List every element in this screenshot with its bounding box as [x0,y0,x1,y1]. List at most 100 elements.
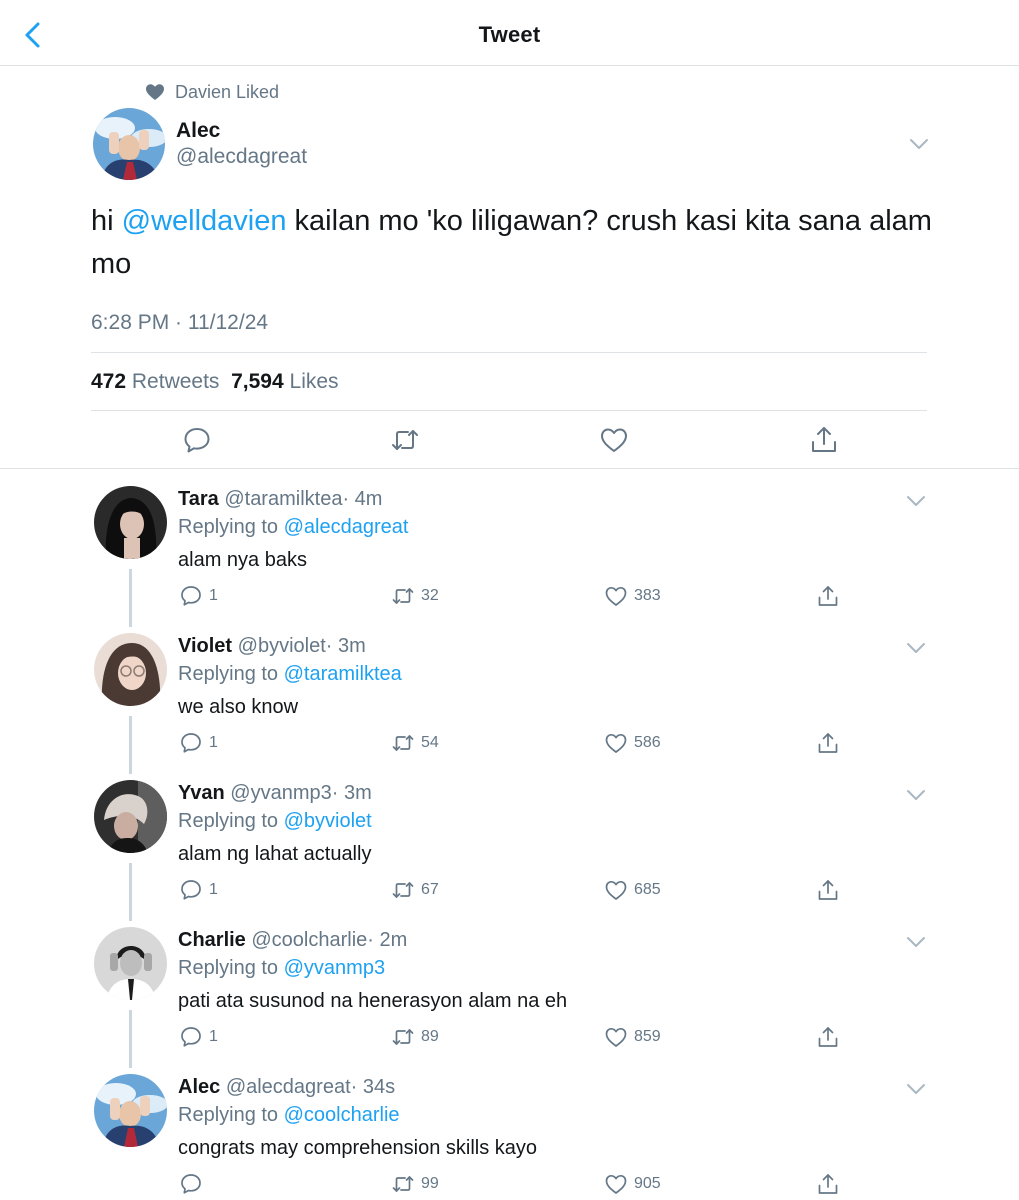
replying-to-mention[interactable]: @yvanmp3 [284,957,385,979]
reply-like-count: 905 [634,1175,661,1192]
reply-like-action[interactable]: 586 [604,731,661,755]
like-icon[interactable] [599,425,629,455]
social-context: Davien Liked [144,80,279,104]
reply-like-action[interactable]: 383 [604,584,661,608]
share-icon [818,586,838,606]
share-icon[interactable] [809,425,839,455]
replying-to-label: Replying to [178,957,279,979]
reply-author-name[interactable]: Violet [178,635,232,657]
avatar[interactable] [94,486,167,559]
reply-header: Yvan @yvanmp3· 3m [178,782,372,805]
reply-tweet[interactable]: Violet @byviolet· 3m Replying to @tarami… [0,633,1019,780]
avatar[interactable] [94,1074,167,1147]
reply-header: Alec @alecdagreat· 34s [178,1076,395,1099]
avatar[interactable] [93,108,165,180]
author-name[interactable]: Alec [176,119,220,143]
reply-comment-action[interactable]: 1 [179,731,218,755]
likes-label[interactable]: Likes [290,370,339,393]
reply-time: · 34s [350,1076,396,1098]
chevron-down-icon[interactable] [906,788,926,802]
reply-like-action[interactable]: 685 [604,878,661,902]
replying-to-mention[interactable]: @alecdagreat [284,516,409,538]
reply-icon [181,586,201,606]
reply-author-name[interactable]: Tara [178,488,219,510]
author-handle[interactable]: @alecdagreat [176,145,307,169]
chevron-down-icon[interactable] [906,935,926,949]
reply-icon[interactable] [182,425,212,455]
replying-to-mention[interactable]: @coolcharlie [284,1104,400,1126]
reply-like-action[interactable]: 905 [604,1172,661,1196]
replying-to: Replying to @byviolet [178,810,372,833]
chevron-down-icon[interactable] [909,137,929,151]
reply-comment-count: 1 [209,587,218,604]
retweet-icon [392,1029,414,1045]
replying-to-label: Replying to [178,1104,279,1126]
reply-tweet[interactable]: Tara @taramilktea· 4m Replying to @alecd… [0,486,1019,633]
reply-time: · 4m [342,488,383,510]
reply-header: Violet @byviolet· 3m [178,635,366,658]
reply-text: alam ng lahat actually [178,843,372,865]
divider [91,410,927,411]
reply-comment-action[interactable]: 1 [179,584,218,608]
chevron-down-icon[interactable] [906,641,926,655]
reply-author-name[interactable]: Yvan [178,782,225,804]
reply-icon [181,880,201,900]
avatar[interactable] [94,780,167,853]
reply-comment-action[interactable] [179,1172,209,1196]
reply-share-action[interactable] [816,731,840,755]
chevron-down-icon[interactable] [906,1082,926,1096]
reply-comment-count: 1 [209,1028,218,1045]
retweet-icon [392,735,414,751]
reply-author-handle[interactable]: @alecdagreat [226,1076,351,1098]
reply-author-handle[interactable]: @taramilktea [224,488,342,510]
retweet-icon[interactable] [390,425,420,455]
replying-to: Replying to @taramilktea [178,663,402,686]
avatar[interactable] [94,927,167,1000]
reply-retweet-action[interactable]: 54 [391,731,439,755]
reply-author-name[interactable]: Alec [178,1076,220,1098]
reply-author-handle[interactable]: @coolcharlie [251,929,367,951]
divider [0,468,1019,469]
reply-time: · 2m [367,929,408,951]
reply-header: Tara @taramilktea· 4m [178,488,382,511]
reply-retweet-action[interactable]: 99 [391,1172,439,1196]
reply-like-count: 586 [634,734,661,751]
tweet-text: hi @welldavien kailan mo 'ko liligawan? … [91,200,941,286]
reply-tweet[interactable]: Yvan @yvanmp3· 3m Replying to @byviolet … [0,780,1019,927]
reply-icon [181,1027,201,1047]
retweet-icon [392,588,414,604]
reply-retweet-action[interactable]: 89 [391,1025,439,1049]
mention-link[interactable]: @welldavien [122,205,287,237]
reply-comment-count: 1 [209,734,218,751]
reply-share-action[interactable] [816,1025,840,1049]
reply-share-action[interactable] [816,878,840,902]
reply-retweet-action[interactable]: 32 [391,584,439,608]
replying-to: Replying to @alecdagreat [178,516,408,539]
share-icon [818,733,838,753]
reply-retweet-count: 99 [421,1175,439,1192]
reply-icon [181,1174,201,1194]
reply-text: pati ata susunod na henerasyon alam na e… [178,990,568,1012]
reply-comment-count: 1 [209,881,218,898]
likes-count[interactable]: 7,594 [231,370,284,393]
reply-retweet-action[interactable]: 67 [391,878,439,902]
reply-comment-action[interactable]: 1 [179,1025,218,1049]
reply-comment-action[interactable]: 1 [179,878,218,902]
reply-author-handle[interactable]: @byviolet [238,635,326,657]
replying-to-mention[interactable]: @byviolet [284,810,372,832]
reply-share-action[interactable] [816,584,840,608]
reply-retweet-count: 89 [421,1028,439,1045]
reply-tweet[interactable]: Charlie @coolcharlie· 2m Replying to @yv… [0,927,1019,1074]
reply-author-handle[interactable]: @yvanmp3 [230,782,331,804]
replying-to-mention[interactable]: @taramilktea [284,663,402,685]
page-title: Tweet [478,22,541,47]
chevron-down-icon[interactable] [906,494,926,508]
reply-like-action[interactable]: 859 [604,1025,661,1049]
reply-author-name[interactable]: Charlie [178,929,246,951]
retweets-label[interactable]: Retweets [132,370,220,393]
retweets-count[interactable]: 472 [91,370,126,393]
avatar[interactable] [94,633,167,706]
reply-share-action[interactable] [816,1172,840,1196]
reply-tweet[interactable]: Alec @alecdagreat· 34s Replying to @cool… [0,1074,1019,1200]
reply-retweet-count: 54 [421,734,439,751]
